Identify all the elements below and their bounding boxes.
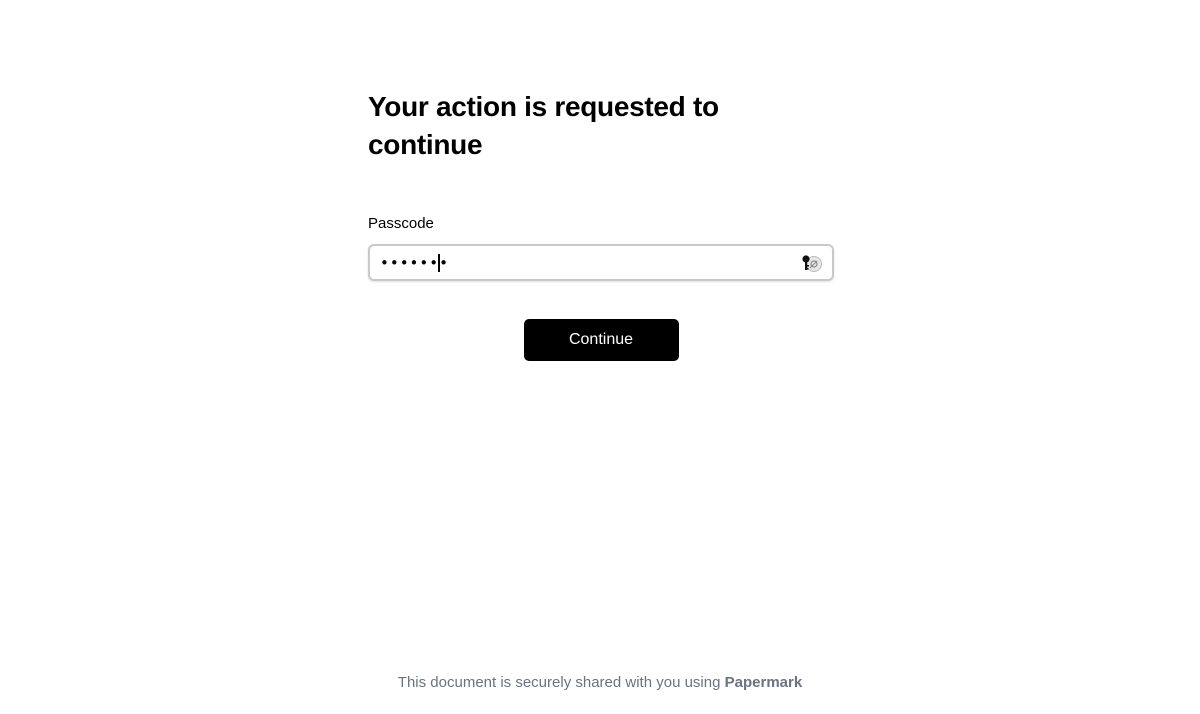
continue-button[interactable]: Continue: [523, 319, 679, 361]
button-row: Continue: [368, 319, 834, 361]
passcode-label: Passcode: [368, 215, 434, 232]
passcode-page: Your action is requested to continue Pas…: [0, 0, 1200, 714]
page-title: Your action is requested to continue: [368, 91, 719, 160]
passcode-input[interactable]: [380, 246, 780, 279]
passcode-form: Your action is requested to continue Pas…: [368, 88, 834, 361]
passcode-field[interactable]: [368, 244, 834, 281]
footer-text: This document is securely shared with yo…: [397, 674, 725, 691]
password-manager-key-icon[interactable]: [800, 253, 822, 273]
text-caret: [438, 254, 440, 272]
footer: This document is securely shared with yo…: [0, 673, 1200, 693]
papermark-link[interactable]: Papermark: [725, 674, 803, 691]
